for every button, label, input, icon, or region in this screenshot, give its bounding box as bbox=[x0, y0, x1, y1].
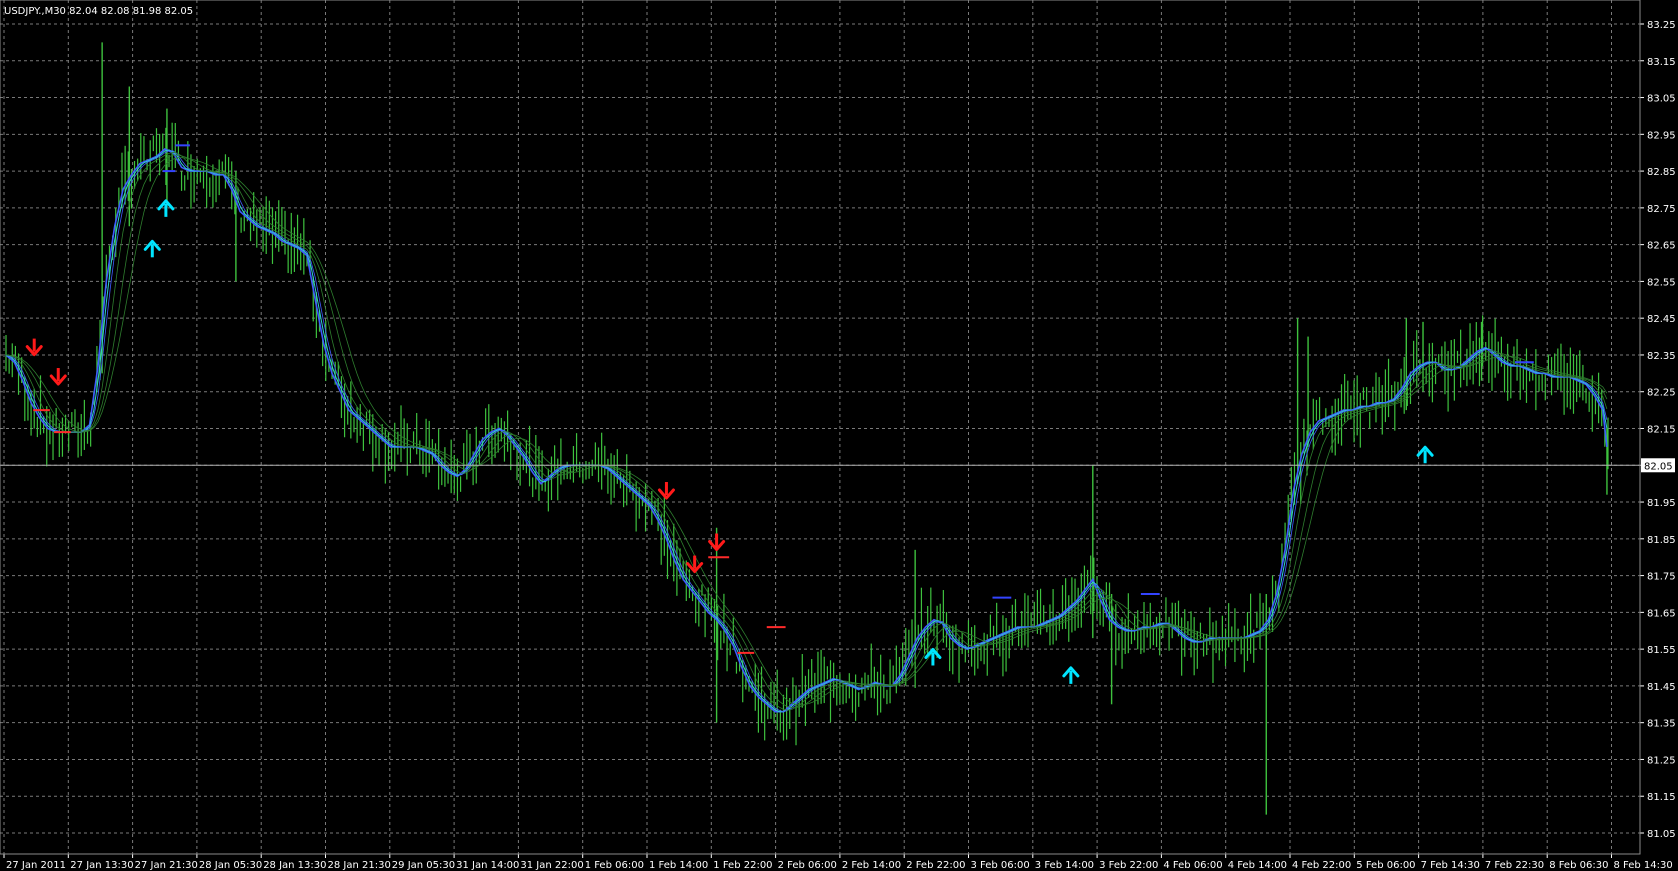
price-tick-label: 82.65 bbox=[1647, 241, 1676, 252]
time-tick-label: 5 Feb 06:00 bbox=[1356, 860, 1415, 871]
chart-title: USDJPY.,M30 82.04 82.08 81.98 82.05 bbox=[4, 6, 193, 17]
price-tick-label: 81.15 bbox=[1647, 792, 1676, 803]
time-tick-label: 3 Feb 06:00 bbox=[971, 860, 1030, 871]
time-tick-label: 2 Feb 22:00 bbox=[906, 860, 965, 871]
price-tick-label: 83.05 bbox=[1647, 94, 1676, 105]
price-tick-label: 82.85 bbox=[1647, 167, 1676, 178]
price-tick-label: 81.95 bbox=[1647, 498, 1676, 509]
price-tick-label: 82.75 bbox=[1647, 204, 1676, 215]
time-tick-label: 8 Feb 06:30 bbox=[1549, 860, 1608, 871]
price-tick-label: 82.15 bbox=[1647, 425, 1676, 436]
price-tick-label: 81.65 bbox=[1647, 608, 1676, 619]
time-tick-label: 4 Feb 14:00 bbox=[1228, 860, 1287, 871]
chart-window[interactable]: 83.25 83.15 83.05 82.95 82.85 82.75 82.65 82.55… bbox=[0, 0, 1678, 871]
chart-background bbox=[0, 0, 1678, 871]
price-tick-label: 81.25 bbox=[1647, 755, 1676, 766]
price-tick-label: 82.95 bbox=[1647, 130, 1676, 141]
time-tick-label: 28 Jan 13:30 bbox=[263, 860, 326, 871]
time-tick-label: 8 Feb 14:30 bbox=[1614, 860, 1673, 871]
time-tick-label: 27 Jan 13:30 bbox=[70, 860, 133, 871]
price-chart[interactable]: 83.25 83.15 83.05 82.95 82.85 82.75 82.65 82.55… bbox=[0, 0, 1678, 871]
price-tick-label: 83.25 bbox=[1647, 20, 1676, 31]
time-tick-label: 1 Feb 06:00 bbox=[585, 860, 644, 871]
price-tick-label: 81.05 bbox=[1647, 829, 1676, 840]
price-tick-label: 83.15 bbox=[1647, 57, 1676, 68]
price-tick-label: 82.35 bbox=[1647, 351, 1676, 362]
time-tick-label: 3 Feb 22:00 bbox=[1099, 860, 1158, 871]
price-tick-label: 81.55 bbox=[1647, 645, 1676, 656]
price-tick-label: 81.45 bbox=[1647, 682, 1676, 693]
time-tick-label: 28 Jan 05:30 bbox=[199, 860, 262, 871]
time-tick-label: 2 Feb 14:00 bbox=[842, 860, 901, 871]
time-tick-label: 3 Feb 14:00 bbox=[1035, 860, 1094, 871]
price-tick-label: 81.75 bbox=[1647, 572, 1676, 583]
time-tick-label: 28 Jan 21:30 bbox=[328, 860, 391, 871]
price-tick-label: 82.45 bbox=[1647, 314, 1676, 325]
price-tick-label: 82.55 bbox=[1647, 277, 1676, 288]
current-price-label: 82.05 bbox=[1644, 461, 1673, 472]
time-tick-label: 4 Feb 22:00 bbox=[1292, 860, 1351, 871]
time-tick-label: 29 Jan 05:30 bbox=[392, 860, 455, 871]
time-tick-label: 27 Jan 21:30 bbox=[135, 860, 198, 871]
ohlc-label: 82.04 82.08 81.98 82.05 bbox=[69, 6, 193, 17]
time-tick-label: 7 Feb 22:30 bbox=[1485, 860, 1544, 871]
time-tick-label: 7 Feb 14:30 bbox=[1421, 860, 1480, 871]
time-tick-label: 1 Feb 14:00 bbox=[649, 860, 708, 871]
price-tick-label: 81.35 bbox=[1647, 719, 1676, 730]
price-tick-label: 82.25 bbox=[1647, 388, 1676, 399]
time-tick-label: 31 Jan 14:00 bbox=[456, 860, 519, 871]
time-tick-label: 4 Feb 06:00 bbox=[1163, 860, 1222, 871]
price-tick-label: 81.85 bbox=[1647, 535, 1676, 546]
time-tick-label: 1 Feb 22:00 bbox=[713, 860, 772, 871]
time-tick-label: 27 Jan 2011 bbox=[6, 860, 66, 871]
time-tick-label: 2 Feb 06:00 bbox=[778, 860, 837, 871]
time-tick-label: 31 Jan 22:00 bbox=[520, 860, 583, 871]
symbol-label: USDJPY.,M30 bbox=[4, 6, 66, 17]
